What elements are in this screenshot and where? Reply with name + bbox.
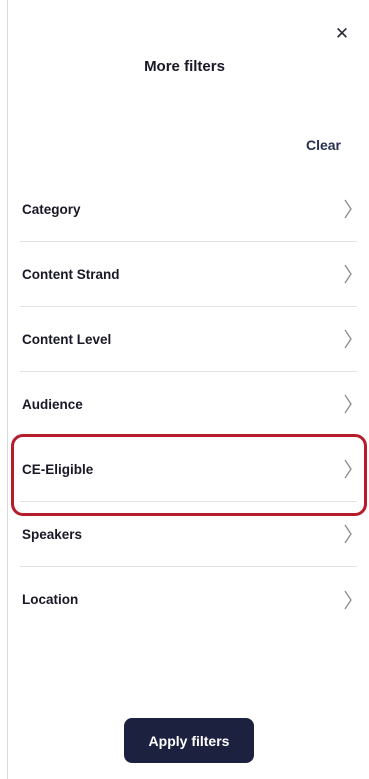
filter-list: Category Content Strand Content Level Au… bbox=[20, 177, 357, 632]
filter-item-content-level[interactable]: Content Level bbox=[20, 307, 357, 372]
chevron-right-icon bbox=[344, 524, 352, 544]
close-icon: ✕ bbox=[334, 24, 350, 43]
filter-item-content-strand[interactable]: Content Strand bbox=[20, 242, 357, 307]
page-title: More filters bbox=[144, 58, 225, 75]
chevron-right-icon bbox=[344, 264, 352, 284]
filter-label: Speakers bbox=[22, 526, 83, 542]
panel-left-border bbox=[7, 0, 8, 779]
filter-item-audience[interactable]: Audience bbox=[20, 372, 357, 437]
chevron-right-icon bbox=[344, 199, 352, 219]
close-button[interactable]: ✕ bbox=[331, 23, 353, 45]
filter-item-location[interactable]: Location bbox=[20, 567, 357, 632]
filter-item-category[interactable]: Category bbox=[20, 177, 357, 242]
filter-label: Category bbox=[22, 201, 81, 217]
filter-label: Content Strand bbox=[22, 266, 120, 282]
filter-item-ce-eligible[interactable]: CE-Eligible bbox=[20, 437, 357, 502]
filter-label: Location bbox=[22, 592, 79, 607]
chevron-right-icon bbox=[344, 394, 352, 414]
filter-label: Content Level bbox=[22, 331, 112, 347]
clear-button[interactable]: Clear bbox=[306, 137, 341, 153]
filter-item-speakers[interactable]: Speakers bbox=[20, 502, 357, 567]
chevron-right-icon bbox=[344, 329, 352, 349]
filter-label: CE-Eligible bbox=[22, 461, 94, 477]
apply-filters-button[interactable]: Apply filters bbox=[124, 718, 254, 763]
chevron-right-icon bbox=[344, 459, 352, 479]
filter-label: Audience bbox=[22, 396, 83, 412]
chevron-right-icon bbox=[344, 590, 352, 609]
